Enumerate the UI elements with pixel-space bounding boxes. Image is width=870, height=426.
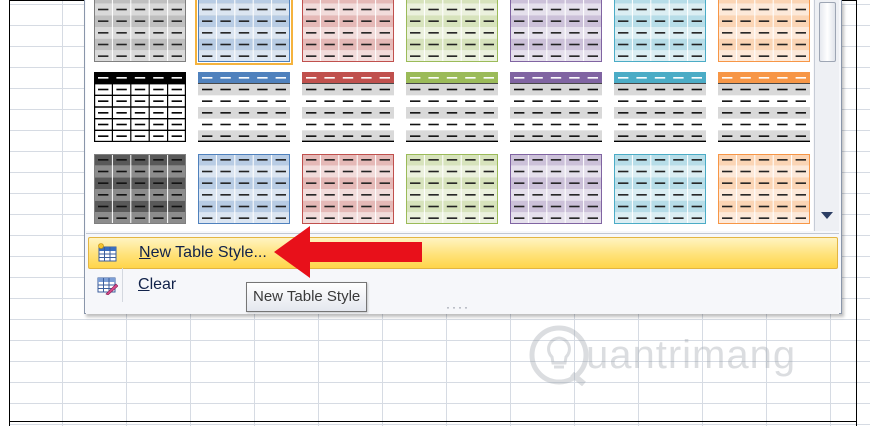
table-style-preview	[510, 0, 602, 62]
table-style-thumbnail[interactable]	[198, 154, 290, 224]
table-style-preview	[614, 72, 706, 142]
table-style-thumbnail[interactable]	[302, 0, 394, 62]
table-style-thumbnail[interactable]	[94, 154, 186, 224]
scroll-down-arrow-icon[interactable]	[821, 212, 833, 219]
table-style-thumbnail[interactable]	[718, 0, 810, 62]
table-style-preview	[510, 154, 602, 224]
table-style-preview	[302, 72, 394, 142]
table-style-preview	[302, 0, 394, 62]
table-style-preview	[718, 72, 810, 142]
table-style-preview	[198, 0, 290, 62]
table-style-thumbnail[interactable]	[510, 154, 602, 224]
table-style-gallery	[86, 0, 813, 231]
new-table-style-label: New Table Style...	[139, 244, 267, 262]
new-table-style-tooltip: New Table Style	[246, 282, 368, 312]
table-style-preview	[302, 154, 394, 224]
table-style-thumbnail[interactable]	[406, 154, 498, 224]
new-table-style-text: ew Table Style...	[150, 244, 267, 261]
new-table-style-menu-item[interactable]: New Table Style...	[88, 237, 838, 269]
lightbulb-logo-icon	[529, 325, 589, 386]
table-style-thumbnail[interactable]	[510, 72, 602, 142]
table-style-thumbnail[interactable]	[406, 72, 498, 142]
sheet-border-left	[9, 0, 10, 426]
table-style-preview	[94, 0, 186, 62]
table-style-clear-icon	[97, 277, 118, 295]
table-style-preview	[406, 0, 498, 62]
clear-text: lear	[149, 276, 177, 293]
table-style-thumbnail[interactable]	[406, 0, 498, 62]
clear-menu-item[interactable]: Clear	[88, 270, 836, 300]
table-style-preview	[614, 0, 706, 62]
table-style-thumbnail[interactable]	[302, 154, 394, 224]
table-style-preview	[718, 154, 810, 224]
clear-accel: C	[138, 276, 150, 293]
table-style-preview	[94, 154, 186, 224]
red-arrow-annotation	[274, 226, 422, 278]
resize-grip[interactable]: ····	[446, 300, 470, 314]
table-style-thumbnail[interactable]	[510, 0, 602, 62]
scrollbar-thumb[interactable]	[819, 2, 836, 62]
table-style-thumbnail[interactable]	[614, 72, 706, 142]
table-style-preview	[510, 72, 602, 142]
sheet-border-right	[856, 0, 857, 426]
table-style-preview	[406, 72, 498, 142]
gallery-scrollbar[interactable]	[814, 0, 839, 231]
table-styles-dropdown: New Table Style... Clear ····	[84, 0, 842, 314]
table-style-preview	[614, 154, 706, 224]
table-style-thumbnail[interactable]	[94, 0, 186, 62]
table-styles-menu: New Table Style... Clear ····	[86, 233, 839, 314]
table-style-thumbnail[interactable]	[718, 72, 810, 142]
table-style-thumbnail[interactable]	[94, 72, 186, 142]
table-style-preview	[198, 72, 290, 142]
table-style-new-icon	[98, 243, 117, 262]
new-table-style-accel: N	[139, 244, 151, 261]
table-style-thumbnail[interactable]	[614, 154, 706, 224]
table-style-preview	[198, 154, 290, 224]
sheet-border-bottom	[9, 421, 857, 422]
watermark: uantrimang	[528, 324, 796, 386]
table-style-preview	[718, 0, 810, 62]
table-style-thumbnail[interactable]	[718, 154, 810, 224]
table-style-preview	[94, 72, 186, 142]
table-style-thumbnail[interactable]	[198, 72, 290, 142]
table-style-preview	[406, 154, 498, 224]
clear-label: Clear	[138, 276, 176, 294]
table-style-thumbnail[interactable]	[302, 72, 394, 142]
table-style-thumbnail[interactable]	[195, 0, 293, 65]
watermark-text: uantrimang	[586, 332, 797, 377]
table-style-thumbnail[interactable]	[614, 0, 706, 62]
